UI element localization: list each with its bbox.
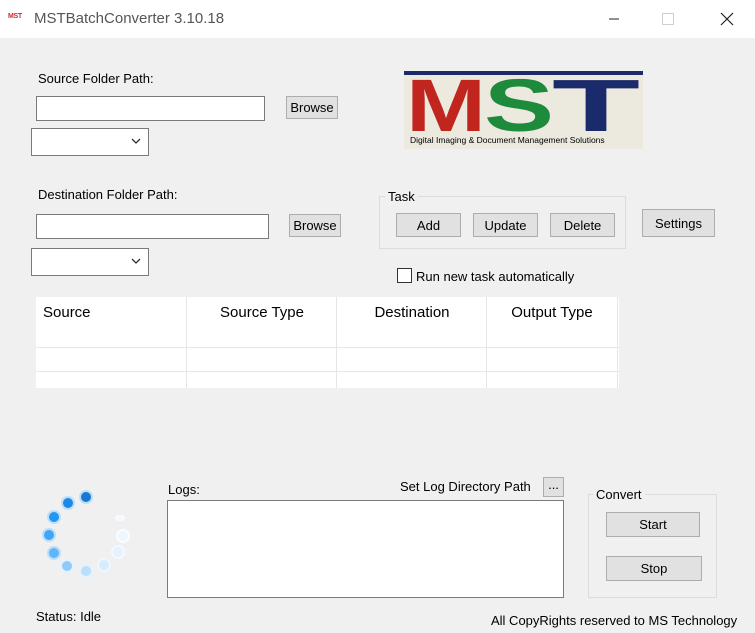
source-folder-label: Source Folder Path: [38,71,154,86]
column-divider [486,297,487,388]
column-header-destination[interactable]: Destination [337,297,487,327]
column-divider [336,297,337,388]
column-header-output-type[interactable]: Output Type [487,297,617,327]
spinner-dot [61,496,75,510]
app-icon: MST [8,13,28,25]
start-button[interactable]: Start [606,512,700,537]
settings-button[interactable]: Settings [642,209,715,237]
set-log-directory-label: Set Log Directory Path [400,479,531,494]
maximize-icon [662,13,674,25]
spinner-dot [116,529,130,543]
spinner-dot [47,510,61,524]
close-icon [720,12,734,26]
minimize-icon [609,18,619,20]
column-divider [617,297,618,388]
spinner-dot [79,564,93,578]
delete-task-button[interactable]: Delete [550,213,615,237]
source-browse-button[interactable]: Browse [286,96,338,119]
convert-group [588,494,717,598]
chevron-down-icon [131,138,141,144]
spinner-dot [79,490,93,504]
auto-task-checkbox[interactable] [397,268,412,283]
output-type-select[interactable] [31,248,149,276]
add-task-button[interactable]: Add [396,213,461,237]
update-task-button[interactable]: Update [473,213,538,237]
spinner-dot [111,545,125,559]
spinner-dot [47,546,61,560]
status-text: Status: Idle [36,609,102,624]
column-header-source-type[interactable]: Source Type [187,297,337,327]
spinner-dot [97,558,111,572]
spinner-dot [60,559,74,573]
spinner-dot [115,515,125,521]
chevron-down-icon [131,258,141,264]
logs-label: Logs: [168,482,200,497]
task-group-label: Task [385,189,418,204]
auto-task-label: Run new task automatically [416,269,575,284]
column-header-source[interactable]: Source [43,297,183,327]
destination-browse-button[interactable]: Browse [289,214,341,237]
destination-folder-label: Destination Folder Path: [38,187,178,202]
maximize-button[interactable] [645,0,691,38]
stop-button[interactable]: Stop [606,556,702,581]
logs-textarea[interactable] [167,500,564,598]
convert-group-label: Convert [593,487,645,502]
copyright-text: All CopyRights reserved to MS Technology [491,613,738,628]
mst-logo: M S T Digital Imaging & Document Managem… [404,64,643,149]
set-log-directory-button[interactable]: ... [543,477,564,497]
destination-folder-input[interactable] [36,214,269,239]
row-divider [36,371,619,372]
minimize-button[interactable] [591,0,637,38]
logo-tagline: Digital Imaging & Document Management So… [410,135,605,145]
source-folder-input[interactable] [36,96,265,121]
window-title: MSTBatchConverter 3.10.18 [34,10,225,27]
column-divider [186,297,187,388]
source-type-select[interactable] [31,128,149,156]
app-icon-text: MST [8,13,22,20]
loading-spinner [38,488,138,584]
spinner-dot [42,528,56,542]
tasks-table[interactable]: Source Source Type Destination Output Ty… [36,297,619,388]
title-bar: MST MSTBatchConverter 3.10.18 [0,0,755,38]
close-button[interactable] [704,0,750,38]
row-divider [36,347,619,348]
